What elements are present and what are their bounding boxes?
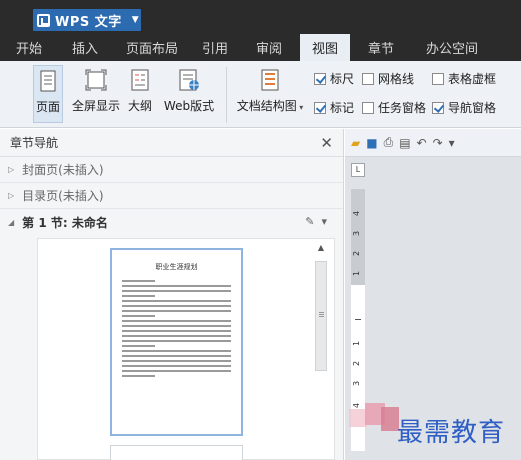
app-title: WPS 文字 bbox=[55, 14, 122, 30]
navigation-pane: 章节导航 ✕ ▷ 封面页(未插入) ▷ 目录页(未插入) ◢ 第 1 节: 未命… bbox=[0, 129, 344, 460]
markup-checkbox[interactable]: 标记 bbox=[314, 99, 354, 116]
web-layout-button[interactable]: Web版式 bbox=[160, 65, 218, 114]
doc-structure-label: 文档结构图 bbox=[236, 99, 297, 113]
nav-item-toc[interactable]: ▷ 目录页(未插入) bbox=[0, 183, 343, 209]
web-layout-label: Web版式 bbox=[163, 99, 215, 113]
nav-pane-checkbox[interactable]: 导航窗格 bbox=[432, 99, 496, 116]
chevron-down-icon[interactable]: ▾ bbox=[321, 215, 327, 228]
fullscreen-label: 全屏显示 bbox=[71, 99, 120, 113]
triangle-down-icon: ◢ bbox=[8, 217, 15, 227]
quick-access-toolbar: ▰ ■ ⎙ ▤ ↶ ↷ ▾ bbox=[345, 129, 521, 157]
tab-review[interactable]: 审阅 bbox=[238, 34, 300, 61]
ribbon: 页面 全屏显示 大纲 Web版式 文档结构图 ▾ 标尺 网格线 表格虚框 标记 … bbox=[0, 61, 521, 128]
markup-label: 标记 bbox=[330, 101, 355, 115]
table-gridlines-label: 表格虚框 bbox=[448, 72, 497, 86]
outline-label: 大纲 bbox=[127, 99, 152, 113]
section-tools: ✎ ▾ bbox=[305, 215, 327, 228]
gridlines-checkbox[interactable]: 网格线 bbox=[362, 70, 414, 87]
nav-section-label: 第 1 节: 未命名 bbox=[22, 215, 108, 230]
fullscreen-button[interactable]: 全屏显示 bbox=[70, 65, 122, 114]
page-thumbnail[interactable]: 职业生涯规划 bbox=[110, 248, 243, 436]
more-icon[interactable]: ▾ bbox=[449, 136, 455, 150]
undo-icon[interactable]: ↶ bbox=[417, 136, 427, 150]
page-thumbnail-title: 职业生涯规划 bbox=[155, 263, 198, 271]
tab-office-space[interactable]: 办公空间 bbox=[412, 34, 492, 61]
checkbox-checked bbox=[314, 72, 326, 85]
tab-page-layout[interactable]: 页面布局 bbox=[112, 34, 192, 61]
page-thumbnail-next[interactable] bbox=[110, 445, 243, 460]
doc-structure-button[interactable]: 文档结构图 ▾ bbox=[234, 65, 306, 114]
ruler-label: 标尺 bbox=[330, 72, 355, 86]
web-layout-icon bbox=[179, 69, 199, 91]
print-icon[interactable]: ⎙ bbox=[384, 135, 394, 150]
nav-pane-label: 导航窗格 bbox=[448, 101, 497, 115]
task-pane-label: 任务窗格 bbox=[378, 101, 427, 115]
nav-item-label: 封面页(未插入) bbox=[22, 163, 104, 177]
tab-references[interactable]: 引用 bbox=[192, 34, 238, 61]
ruler-corner-icon[interactable]: L bbox=[351, 163, 365, 177]
scrollbar-thumb[interactable] bbox=[315, 261, 327, 371]
redo-icon[interactable]: ↷ bbox=[433, 136, 443, 150]
caret-down-icon: ▼ bbox=[131, 15, 139, 25]
open-folder-icon[interactable]: ▰ bbox=[351, 136, 360, 150]
outline-icon bbox=[131, 69, 149, 91]
title-bar: WPS 文字 ▼ bbox=[0, 0, 521, 34]
gridlines-label: 网格线 bbox=[378, 72, 415, 86]
outline-button[interactable]: 大纲 bbox=[126, 65, 154, 114]
checkbox-unchecked bbox=[432, 72, 444, 85]
triangle-right-icon: ▷ bbox=[8, 165, 15, 174]
page-thumbnail-list: 职业生涯规划 ▲ bbox=[37, 238, 335, 460]
menu-tabs: 开始 插入 页面布局 引用 审阅 视图 章节 办公空间 bbox=[0, 34, 521, 61]
table-gridlines-checkbox[interactable]: 表格虚框 bbox=[432, 70, 496, 87]
doc-structure-icon bbox=[261, 69, 279, 91]
scroll-up-icon[interactable]: ▲ bbox=[314, 243, 328, 252]
ribbon-divider bbox=[226, 67, 227, 123]
fullscreen-icon bbox=[85, 69, 107, 91]
checkbox-checked bbox=[432, 101, 444, 114]
nav-item-cover[interactable]: ▷ 封面页(未插入) bbox=[0, 157, 343, 183]
page-view-icon bbox=[40, 70, 56, 92]
watermark-text: 最需教育 bbox=[397, 418, 506, 448]
tab-section[interactable]: 章节 bbox=[350, 34, 412, 61]
ruler-checkbox[interactable]: 标尺 bbox=[314, 70, 354, 87]
nav-pane-header: 章节导航 ✕ bbox=[0, 129, 343, 157]
pencil-icon[interactable]: ✎ bbox=[305, 215, 314, 228]
wps-logo-icon bbox=[37, 13, 50, 27]
tab-insert[interactable]: 插入 bbox=[58, 34, 112, 61]
print-preview-icon[interactable]: ▤ bbox=[399, 136, 410, 150]
checkbox-unchecked bbox=[362, 101, 374, 114]
document-area: ▰ ■ ⎙ ▤ ↶ ↷ ▾ L 4 3 2 1 1 2 3 4 最需教育 bbox=[345, 129, 521, 460]
thumbnail-scrollbar[interactable]: ▲ bbox=[314, 243, 328, 455]
task-pane-checkbox[interactable]: 任务窗格 bbox=[362, 99, 426, 116]
close-icon[interactable]: ✕ bbox=[320, 134, 333, 152]
checkbox-unchecked bbox=[362, 72, 374, 85]
nav-item-section-1[interactable]: ◢ 第 1 节: 未命名 ✎ ▾ bbox=[0, 209, 343, 235]
triangle-right-icon: ▷ bbox=[8, 191, 15, 200]
tab-home[interactable]: 开始 bbox=[0, 34, 58, 61]
nav-item-label: 目录页(未插入) bbox=[22, 189, 104, 203]
page-view-label: 页面 bbox=[35, 100, 60, 114]
save-icon[interactable]: ■ bbox=[366, 136, 377, 150]
nav-pane-title: 章节导航 bbox=[10, 136, 59, 150]
page-view-button[interactable]: 页面 bbox=[33, 65, 63, 123]
tab-view[interactable]: 视图 bbox=[300, 34, 350, 61]
app-menu-button[interactable]: WPS 文字 ▼ bbox=[33, 9, 141, 31]
checkbox-checked bbox=[314, 101, 326, 114]
